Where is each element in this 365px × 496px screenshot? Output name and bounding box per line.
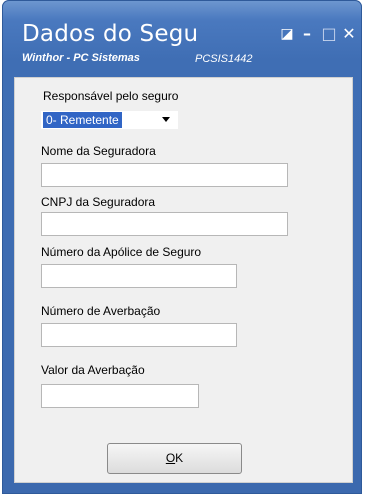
cnpj-seguradora-label: CNPJ da Seguradora [41,195,156,209]
cnpj-seguradora-input[interactable] [41,212,288,236]
title-bar[interactable]: Dados do Segu Winthor - PC Sistemas PCSI… [2,0,362,76]
nome-seguradora-label: Nome da Seguradora [41,144,156,158]
restore-icon[interactable]: ◪ [277,24,297,44]
app-name: Winthor - PC Sistemas [22,52,140,64]
ok-button[interactable]: OK [107,443,242,474]
dialog-window: Dados do Segu Winthor - PC Sistemas PCSI… [2,0,362,494]
responsavel-selected-value: 0- Remetente [43,112,122,128]
valor-averbacao-input[interactable] [41,384,199,408]
minimize-icon[interactable]: – [297,24,317,44]
nome-seguradora-input[interactable] [41,163,288,187]
ok-hotkey: O [165,451,176,465]
maximize-icon[interactable]: □ [319,24,339,44]
responsavel-select[interactable]: 0- Remetente [41,111,178,129]
numero-apolice-input[interactable] [41,264,237,288]
numero-averbacao-input[interactable] [41,323,237,347]
form-panel: Responsável pelo seguro 0- Remetente Nom… [14,77,353,483]
numero-apolice-label: Número da Apólice de Seguro [41,245,202,259]
chevron-down-icon[interactable] [162,117,170,122]
responsavel-label: Responsável pelo seguro [43,89,179,103]
numero-averbacao-label: Número de Averbação [41,304,161,318]
program-code: PCSIS1442 [195,53,253,65]
window-title: Dados do Segu [22,21,199,47]
close-icon[interactable]: ✕ [339,24,359,44]
ok-label-rest: K [175,451,184,465]
valor-averbacao-label: Valor da Averbação [41,363,145,377]
